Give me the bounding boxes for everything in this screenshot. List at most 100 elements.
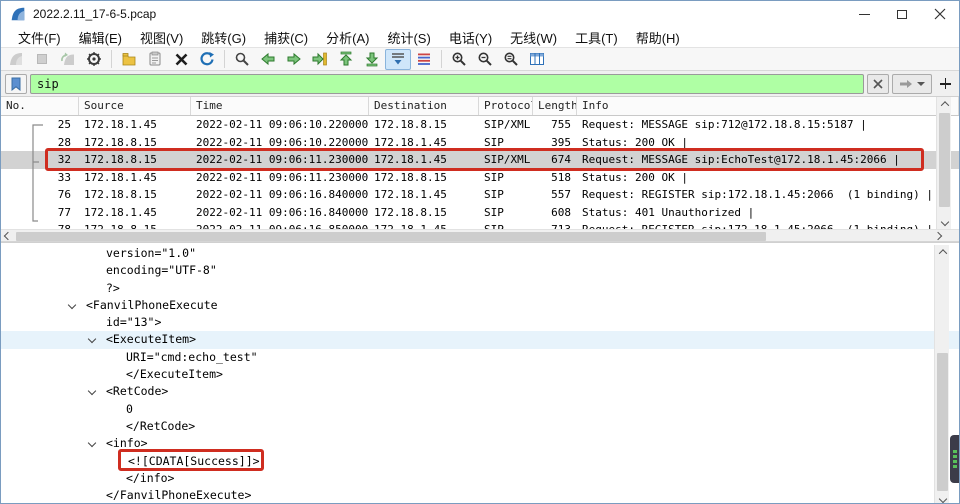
go-to-packet-button[interactable] (307, 49, 333, 70)
xml-line-retcode[interactable]: <RetCode> (1, 383, 959, 400)
colorize-packets-button[interactable] (411, 49, 437, 70)
scroll-down-arrow[interactable] (937, 215, 952, 229)
open-file-button[interactable] (116, 49, 142, 70)
col-header-time[interactable]: Time (191, 97, 369, 115)
scrollbar-thumb[interactable] (937, 353, 948, 491)
toolbar-separator (224, 50, 225, 68)
menu-analyze[interactable]: 分析(A) (317, 27, 378, 48)
col-header-length[interactable]: Length (533, 97, 577, 115)
chevron-down-icon[interactable] (88, 387, 96, 395)
detail-vscrollbar[interactable] (934, 245, 949, 504)
main-toolbar (1, 47, 959, 71)
maximize-button[interactable] (883, 1, 921, 27)
go-back-button[interactable] (255, 49, 281, 70)
save-file-button[interactable] (142, 49, 168, 70)
menu-wireless[interactable]: 无线(W) (501, 27, 566, 48)
scroll-down-arrow[interactable] (935, 492, 950, 504)
menu-capture[interactable]: 捕获(C) (255, 27, 317, 48)
menu-bar: 文件(F) 编辑(E) 视图(V) 跳转(G) 捕获(C) 分析(A) 统计(S… (1, 27, 959, 47)
menu-go[interactable]: 跳转(G) (192, 27, 255, 48)
chevron-down-icon[interactable] (88, 439, 96, 447)
reload-icon (199, 51, 215, 67)
zoom-out-button[interactable] (472, 49, 498, 70)
scroll-up-arrow[interactable] (937, 97, 952, 111)
auto-scroll-button[interactable] (385, 49, 411, 70)
xml-line[interactable]: </RetCode> (1, 418, 959, 435)
zoom-in-button[interactable] (446, 49, 472, 70)
reload-file-button[interactable] (194, 49, 220, 70)
close-button[interactable] (921, 1, 959, 27)
filter-bookmark-button[interactable] (5, 74, 27, 94)
close-file-button[interactable] (168, 49, 194, 70)
packet-row-25[interactable]: 25172.18.1.452022-02-11 09:06:10.2200001… (1, 116, 959, 134)
xml-line[interactable]: ?> (1, 280, 959, 297)
col-header-destination[interactable]: Destination (369, 97, 479, 115)
zoom-reset-button[interactable] (498, 49, 524, 70)
scrollbar-thumb[interactable] (16, 232, 766, 241)
packet-row-32-selected[interactable]: 32172.18.8.152022-02-11 09:06:11.2300001… (1, 151, 959, 169)
menu-help[interactable]: 帮助(H) (627, 27, 689, 48)
chevron-up-icon (940, 101, 948, 109)
apply-arrow-icon (899, 79, 913, 89)
xml-line-fanvilphoneexecute[interactable]: <FanvilPhoneExecute (1, 297, 959, 314)
scroll-up-arrow[interactable] (935, 245, 950, 259)
menu-telephony[interactable]: 电话(Y) (440, 27, 501, 48)
col-header-protocol[interactable]: Protocol (479, 97, 533, 115)
xml-line[interactable]: </ExecuteItem> (1, 366, 959, 383)
xml-line[interactable]: URI="cmd:echo_test" (1, 349, 959, 366)
col-header-source[interactable]: Source (79, 97, 191, 115)
xml-line-info[interactable]: <info> (1, 435, 959, 452)
xml-line[interactable]: </info> (1, 470, 959, 487)
menu-file[interactable]: 文件(F) (9, 27, 70, 48)
minimize-button[interactable] (845, 1, 883, 27)
display-filter-bar (1, 71, 959, 97)
packet-list-header: No. Source Time Destination Protocol Len… (1, 97, 959, 116)
clear-x-icon (873, 79, 883, 89)
xml-line[interactable]: 0 (1, 401, 959, 418)
go-forward-button[interactable] (281, 49, 307, 70)
packet-row-28[interactable]: 28172.18.8.152022-02-11 09:06:10.2200001… (1, 134, 959, 152)
restart-capture-button[interactable] (55, 49, 81, 70)
xml-line[interactable]: version="1.0" (1, 245, 959, 262)
display-filter-input[interactable] (30, 74, 864, 94)
chevron-down-icon[interactable] (88, 335, 96, 343)
packet-list-vscrollbar[interactable] (936, 97, 951, 229)
xml-line-cdata-success[interactable]: <![CDATA[Success]]> (1, 453, 959, 470)
scroll-left-arrow[interactable] (1, 230, 15, 242)
title-bar: 2022.2.11_17-6-5.pcap (1, 1, 959, 27)
resize-columns-button[interactable] (524, 49, 550, 70)
filter-apply-button[interactable] (892, 74, 932, 94)
resize-columns-icon (529, 51, 545, 67)
packet-row-78-clipped[interactable]: 78172.18.8.152022-02-11 09:06:16.8500001… (1, 221, 959, 229)
filter-add-button[interactable] (935, 74, 955, 94)
xml-line[interactable]: id="13"> (1, 314, 959, 331)
col-header-info[interactable]: Info (577, 97, 959, 115)
xml-line[interactable]: </FanvilPhoneExecute> (1, 487, 959, 504)
xml-line[interactable]: encoding="UTF-8" (1, 262, 959, 279)
scroll-right-arrow[interactable] (931, 230, 945, 242)
packet-list-hscrollbar[interactable] (1, 229, 959, 242)
packet-row-33[interactable]: 33172.18.1.452022-02-11 09:06:11.2300001… (1, 169, 959, 187)
bookmark-icon (10, 77, 22, 91)
start-capture-button[interactable] (3, 49, 29, 70)
go-to-top-button[interactable] (333, 49, 359, 70)
go-to-bottom-button[interactable] (359, 49, 385, 70)
go-to-top-icon (338, 51, 354, 67)
close-icon (934, 8, 946, 20)
scrollbar-thumb[interactable] (939, 113, 950, 207)
stop-capture-button[interactable] (29, 49, 55, 70)
menu-edit[interactable]: 编辑(E) (70, 27, 131, 48)
menu-statistics[interactable]: 统计(S) (378, 27, 439, 48)
menu-tools[interactable]: 工具(T) (566, 27, 627, 48)
filter-clear-button[interactable] (867, 74, 889, 94)
packet-row-76[interactable]: 76172.18.8.152022-02-11 09:06:16.8400001… (1, 186, 959, 204)
search-icon (234, 51, 250, 67)
chevron-down-icon[interactable] (68, 301, 76, 309)
packet-row-77[interactable]: 77172.18.1.452022-02-11 09:06:16.8400001… (1, 204, 959, 222)
xml-line-executeitem-selected[interactable]: <ExecuteItem> (1, 331, 959, 348)
auto-scroll-icon (390, 51, 406, 67)
find-packet-button[interactable] (229, 49, 255, 70)
capture-options-button[interactable] (81, 49, 107, 70)
menu-view[interactable]: 视图(V) (131, 27, 192, 48)
col-header-no[interactable]: No. (1, 97, 79, 115)
